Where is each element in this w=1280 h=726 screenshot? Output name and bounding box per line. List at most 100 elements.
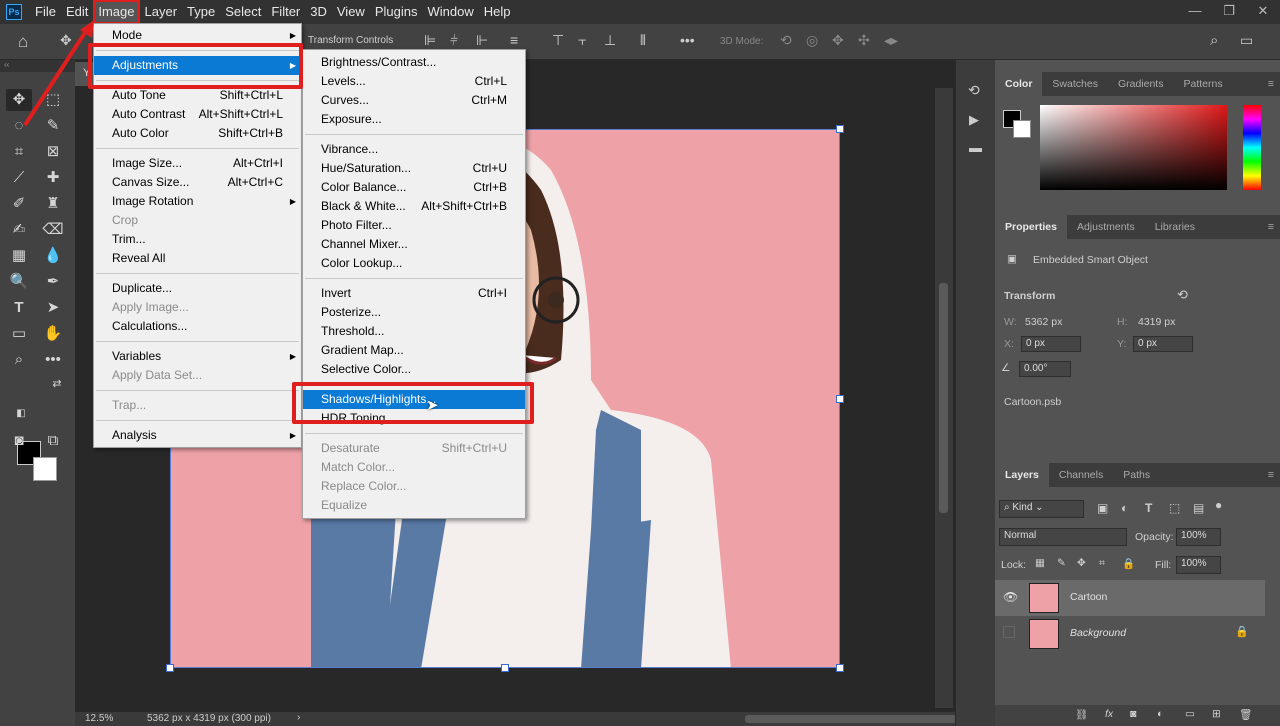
tab-color[interactable]: Color xyxy=(995,72,1043,96)
new-layer-icon[interactable]: ⊞ xyxy=(1212,708,1221,720)
filter-smart-object-icon[interactable]: ▤ xyxy=(1193,501,1204,515)
menu-window[interactable]: Window xyxy=(422,0,478,24)
tab-paths[interactable]: Paths xyxy=(1113,463,1160,487)
background-color-swatch[interactable] xyxy=(33,457,57,481)
show-transform-controls-label[interactable]: Transform Controls xyxy=(308,35,393,46)
delete-layer-icon[interactable]: 🗑 xyxy=(1239,708,1252,721)
tab-patterns[interactable]: Patterns xyxy=(1173,72,1232,96)
menu-item-brightness-contrast[interactable]: Brightness/Contrast... xyxy=(303,53,525,72)
menu-item-mode[interactable]: Mode ▶ xyxy=(94,26,301,45)
menu-item-reveal-all[interactable]: Reveal All xyxy=(94,249,301,268)
quick-mask-icon[interactable]: ◙ xyxy=(6,430,32,452)
zoom-level[interactable]: 12.5% xyxy=(85,713,113,724)
lock-image-icon[interactable]: ✎ xyxy=(1057,557,1066,569)
menu-item-invert[interactable]: Invert Ctrl+I xyxy=(303,284,525,303)
filter-adjustment-icon[interactable]: ◐ xyxy=(1121,501,1128,515)
menu-view[interactable]: View xyxy=(332,0,370,24)
tab-gradients[interactable]: Gradients xyxy=(1108,72,1174,96)
3d-slide-icon[interactable]: ✣ xyxy=(858,32,870,49)
align-left-icon[interactable]: ⊫ xyxy=(424,32,436,49)
transform-handle[interactable] xyxy=(166,664,174,672)
lock-transparent-icon[interactable]: ▦ xyxy=(1035,557,1045,569)
blend-mode-select[interactable]: Normal xyxy=(999,528,1127,546)
transform-handle[interactable] xyxy=(501,664,509,672)
filter-shape-icon[interactable]: ⬚ xyxy=(1169,501,1180,515)
menu-item-color-lookup[interactable]: Color Lookup... xyxy=(303,254,525,273)
close-button[interactable]: ✕ xyxy=(1246,0,1280,24)
layer-name[interactable]: Background xyxy=(1070,627,1126,639)
history-panel-icon[interactable]: ⟲ xyxy=(968,82,980,99)
menu-item-color-balance[interactable]: Color Balance... Ctrl+B xyxy=(303,178,525,197)
visibility-eye-icon[interactable]: 👁 xyxy=(1003,590,1018,604)
menu-plugins[interactable]: Plugins xyxy=(370,0,423,24)
menu-item-variables[interactable]: Variables ▶ xyxy=(94,347,301,366)
fx-icon[interactable]: fx xyxy=(1105,708,1113,720)
align-right-icon[interactable]: ⊩ xyxy=(476,32,488,49)
crop-tool-icon[interactable]: ⌗ xyxy=(6,141,32,163)
layer-row[interactable]: Background 🔒 xyxy=(995,616,1265,652)
menu-help[interactable]: Help xyxy=(479,0,516,24)
menu-item-auto-contrast[interactable]: Auto Contrast Alt+Shift+Ctrl+L xyxy=(94,105,301,124)
visibility-toggle[interactable] xyxy=(1003,626,1015,638)
menu-item-photo-filter[interactable]: Photo Filter... xyxy=(303,216,525,235)
menu-item-adjustments[interactable]: Adjustments ▶ xyxy=(94,56,301,75)
document-info[interactable]: 5362 px x 4319 px (300 ppi) xyxy=(147,713,271,724)
swap-colors-icon[interactable]: ⇄ xyxy=(44,373,70,395)
more-options-icon[interactable]: ••• xyxy=(680,32,695,48)
link-layers-icon[interactable]: ⛓ xyxy=(1075,708,1088,721)
transform-handle[interactable] xyxy=(836,125,844,133)
menu-item-exposure[interactable]: Exposure... xyxy=(303,110,525,129)
transform-handle[interactable] xyxy=(836,664,844,672)
lock-position-icon[interactable]: ✥ xyxy=(1077,557,1086,569)
hue-slider[interactable] xyxy=(1243,105,1261,190)
align-top-icon[interactable]: ⊤ xyxy=(552,32,564,49)
horizontal-scrollbar[interactable] xyxy=(315,712,975,726)
eraser-tool-icon[interactable]: ⌫ xyxy=(40,219,66,241)
3d-scale-icon[interactable]: ◂▸ xyxy=(884,32,898,49)
angle-field[interactable]: 0.00° xyxy=(1019,361,1071,377)
menu-item-auto-color[interactable]: Auto Color Shift+Ctrl+B xyxy=(94,124,301,143)
hand-tool-icon[interactable]: ✋ xyxy=(40,323,66,345)
menu-item-duplicate[interactable]: Duplicate... xyxy=(94,279,301,298)
x-position-field[interactable]: 0 px xyxy=(1021,336,1081,352)
align-bottom-icon[interactable]: ⊥ xyxy=(604,32,616,49)
history-brush-tool-icon[interactable]: ✍ xyxy=(6,219,32,241)
vertical-scrollbar[interactable] xyxy=(935,88,953,708)
panel-menu-icon[interactable]: ≡ xyxy=(1262,215,1280,239)
distribute-vertical-icon[interactable]: ⫴ xyxy=(640,32,646,49)
fill-field[interactable]: 100% xyxy=(1176,556,1221,574)
menu-item-selective-color[interactable]: Selective Color... xyxy=(303,360,525,379)
tab-channels[interactable]: Channels xyxy=(1049,463,1113,487)
dodge-tool-icon[interactable]: 🔍 xyxy=(6,271,32,293)
new-group-icon[interactable]: ▭ xyxy=(1185,708,1195,720)
menu-item-curves[interactable]: Curves... Ctrl+M xyxy=(303,91,525,110)
menu-item-shadows-highlights[interactable]: Shadows/Highlights... xyxy=(303,390,525,409)
filter-type-icon[interactable]: T xyxy=(1145,501,1152,515)
filter-toggle-icon[interactable]: ● xyxy=(1215,498,1222,512)
menu-select[interactable]: Select xyxy=(220,0,266,24)
distribute-icon[interactable]: ≡ xyxy=(510,32,518,48)
scroll-thumb[interactable] xyxy=(745,715,975,723)
new-adjustment-icon[interactable]: ◐ xyxy=(1157,708,1163,720)
healing-brush-tool-icon[interactable]: ✚ xyxy=(40,167,66,189)
restore-button[interactable]: ❐ xyxy=(1212,0,1246,24)
menu-type[interactable]: Type xyxy=(182,0,220,24)
color-field[interactable] xyxy=(1040,105,1227,190)
gradient-tool-icon[interactable]: ▦ xyxy=(6,245,32,267)
align-center-icon[interactable]: ⫩ xyxy=(450,32,458,49)
type-tool-icon[interactable]: T xyxy=(6,297,32,319)
menu-item-hue-saturation[interactable]: Hue/Saturation... Ctrl+U xyxy=(303,159,525,178)
menu-3d[interactable]: 3D xyxy=(305,0,332,24)
menu-item-channel-mixer[interactable]: Channel Mixer... xyxy=(303,235,525,254)
scroll-thumb[interactable] xyxy=(939,283,948,513)
search-icon[interactable]: ⌕ xyxy=(1210,32,1218,49)
tab-layers[interactable]: Layers xyxy=(995,463,1049,487)
menu-item-posterize[interactable]: Posterize... xyxy=(303,303,525,322)
menu-item-vibrance[interactable]: Vibrance... xyxy=(303,140,525,159)
menu-item-image-rotation[interactable]: Image Rotation ▶ xyxy=(94,192,301,211)
lock-artboard-icon[interactable]: ⌗ xyxy=(1099,557,1105,570)
blur-tool-icon[interactable]: 💧 xyxy=(40,245,66,267)
menu-item-canvas-size[interactable]: Canvas Size... Alt+Ctrl+C xyxy=(94,173,301,192)
screen-mode-icon[interactable]: ⧉ xyxy=(40,430,66,452)
menu-item-analysis[interactable]: Analysis ▶ xyxy=(94,426,301,445)
